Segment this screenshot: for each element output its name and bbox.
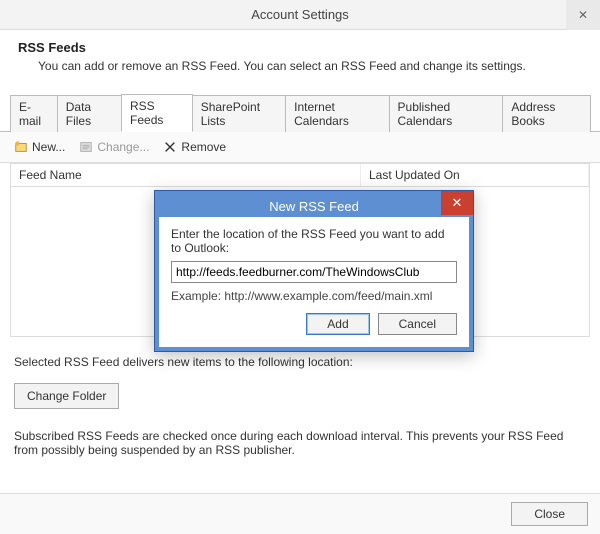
remove-icon [163,140,177,154]
tab-published-calendars[interactable]: Published Calendars [389,95,504,132]
page-header: RSS Feeds You can add or remove an RSS F… [0,30,600,83]
new-rss-feed-dialog: New RSS Feed ✕ Enter the location of the… [154,190,474,352]
modal-title: New RSS Feed [269,199,359,214]
change-button-label: Change... [97,140,149,154]
suspend-text: Subscribed RSS Feeds are checked once du… [14,429,586,457]
tab-sharepoint-lists[interactable]: SharePoint Lists [192,95,286,132]
tab-strip: E-mail Data Files RSS Feeds SharePoint L… [0,93,600,132]
new-button[interactable]: New... [14,140,65,154]
new-icon [14,140,28,154]
tab-address-books[interactable]: Address Books [502,95,591,132]
tab-email[interactable]: E-mail [10,95,58,132]
feed-table-header: Feed Name Last Updated On [10,163,590,187]
change-button[interactable]: Change... [79,140,149,154]
modal-titlebar: New RSS Feed ✕ [155,191,473,217]
modal-prompt: Enter the location of the RSS Feed you w… [171,227,457,255]
remove-button-label: Remove [181,140,226,154]
tab-data-files[interactable]: Data Files [57,95,122,132]
tab-rss-feeds[interactable]: RSS Feeds [121,94,193,132]
close-icon: ✕ [578,8,588,22]
modal-button-row: Add Cancel [171,313,457,335]
modal-example-text: Example: http://www.example.com/feed/mai… [171,289,457,303]
col-feed-name[interactable]: Feed Name [11,164,361,186]
toolbar: New... Change... Remove [0,132,600,163]
window-title: Account Settings [251,7,349,22]
remove-button[interactable]: Remove [163,140,226,154]
window-close-button[interactable]: ✕ [566,0,600,30]
change-icon [79,140,93,154]
modal-close-button[interactable]: ✕ [441,191,473,215]
delivers-text: Selected RSS Feed delivers new items to … [14,355,586,369]
window-titlebar: Account Settings ✕ [0,0,600,30]
rss-url-input[interactable] [171,261,457,283]
lower-panel: Selected RSS Feed delivers new items to … [0,337,600,475]
dialog-footer: Close [0,493,600,534]
tab-internet-calendars[interactable]: Internet Calendars [285,95,389,132]
close-button[interactable]: Close [511,502,588,526]
page-description: You can add or remove an RSS Feed. You c… [18,59,582,73]
add-button[interactable]: Add [306,313,369,335]
page-title: RSS Feeds [18,40,582,55]
cancel-button[interactable]: Cancel [378,313,457,335]
change-folder-button[interactable]: Change Folder [14,383,119,409]
new-button-label: New... [32,140,65,154]
close-icon: ✕ [452,195,463,211]
modal-body: Enter the location of the RSS Feed you w… [155,217,473,351]
col-last-updated[interactable]: Last Updated On [361,164,589,186]
